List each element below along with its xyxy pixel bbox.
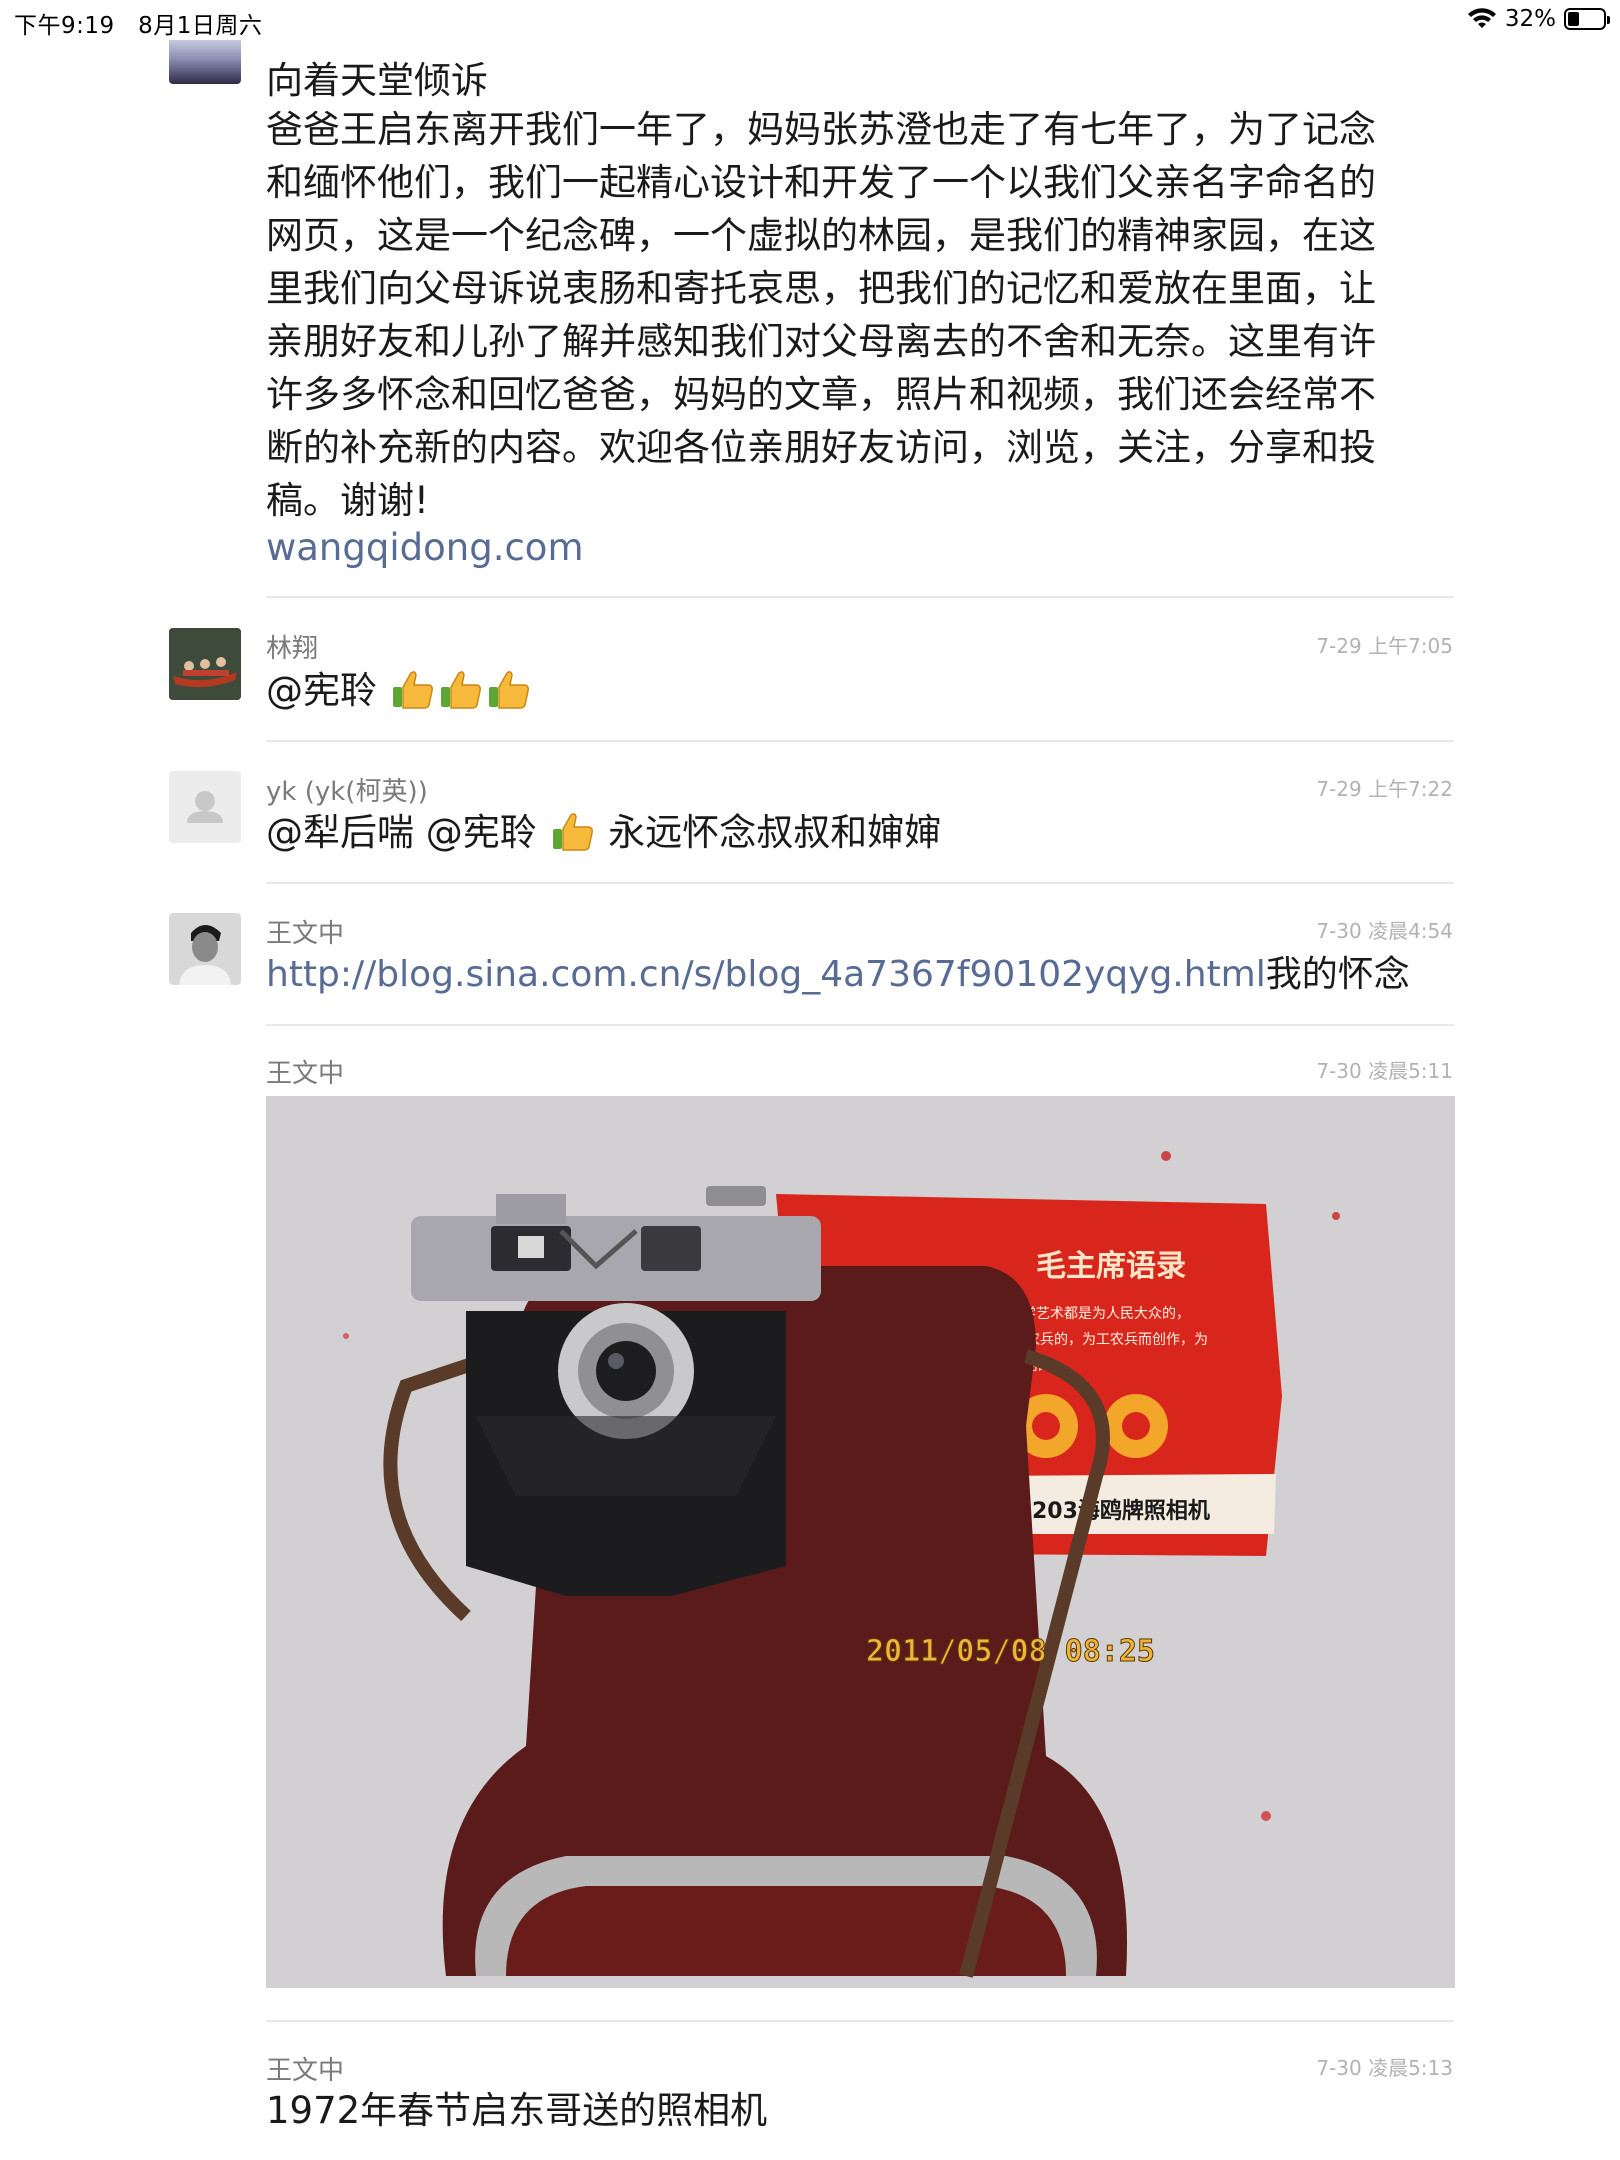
divider — [266, 2020, 1454, 2022]
camera-body — [411, 1186, 821, 1596]
post-link[interactable]: wangqidong.com — [266, 526, 583, 569]
comment-author[interactable]: yk (yk(柯英)) — [266, 771, 428, 808]
divider — [266, 1024, 1454, 1026]
thumbs-up-icon — [552, 813, 593, 851]
card-title: 毛主席语录 — [1036, 1249, 1186, 1284]
camera-photo: 毛主席语录 我们的文学艺术都是为人民大众的， 首先是为工农兵的，为工农兵而创作，… — [266, 1096, 1455, 1988]
post-body-line: 和缅怀他们，我们一起精心设计和开发了一个以我们父亲名字命名的 — [266, 161, 1376, 204]
thumbs-up-icon — [488, 671, 529, 709]
post-body-line: 网页，这是一个纪念碑，一个虚拟的林园，是我们的精神家园，在这 — [266, 214, 1376, 257]
comment-message: 永远怀念叔叔和婶婶 — [608, 811, 942, 854]
photo-date-stamp: 2011/05/08 08:25 — [866, 1634, 1155, 1669]
post-author-avatar[interactable] — [169, 40, 241, 84]
comment-author[interactable]: 王文中 — [266, 1053, 344, 1090]
comment-text: @犁后喘 @宪聆 永远怀念叔叔和婶婶 — [266, 806, 941, 859]
post-body: 爸爸王启东离开我们一年了，妈妈张苏澄也走了有七年了，为了记念 和缅怀他们，我们一… — [266, 103, 1456, 527]
card-footer: 203海鸥牌照相机 — [1032, 1498, 1210, 1524]
post-body-line: 断的补充新的内容。欢迎各位亲朋好友访问，浏览，关注，分享和投 — [266, 426, 1376, 469]
default-avatar-icon — [169, 771, 241, 843]
divider — [266, 882, 1454, 884]
status-time-date: 下午9:19 8月1日周六 — [14, 6, 262, 40]
portrait-photo-icon — [169, 913, 241, 985]
post-body-line: 许多多怀念和回忆爸爸，妈妈的文章，照片和视频，我们还会经常不 — [266, 373, 1376, 416]
comment-text: http://blog.sina.com.cn/s/blog_4a7367f90… — [266, 948, 1410, 1001]
divider — [266, 740, 1454, 742]
comment-mention: @宪聆 — [266, 669, 377, 712]
battery-fill — [1568, 12, 1579, 26]
battery-percent: 32% — [1504, 6, 1556, 32]
wifi-icon — [1467, 8, 1496, 28]
status-bar: 下午9:19 8月1日周六 32% — [0, 0, 1620, 40]
divider — [266, 596, 1454, 598]
comment-text: @宪聆 — [266, 664, 533, 717]
comment-author[interactable]: 王文中 — [266, 2050, 344, 2087]
comment-author[interactable]: 王文中 — [266, 913, 344, 950]
post-body-line: 里我们向父母诉说衷肠和寄托哀思，把我们的记忆和爱放在里面，让 — [266, 267, 1376, 310]
comment-time: 7-30 凌晨4:54 — [1316, 919, 1453, 943]
comment-text: 1972年春节启东哥送的照相机 — [266, 2089, 768, 2132]
post-body-line: 爸爸王启东离开我们一年了，妈妈张苏澄也走了有七年了，为了记念 — [266, 108, 1376, 151]
comment-time: 7-29 上午7:05 — [1316, 634, 1453, 658]
comment-time: 7-30 凌晨5:11 — [1316, 1059, 1453, 1083]
status-indicators: 32% — [1467, 6, 1610, 32]
comment-photo[interactable]: 毛主席语录 我们的文学艺术都是为人民大众的， 首先是为工农兵的，为工农兵而创作，… — [266, 1096, 1455, 1988]
comment-time: 7-30 凌晨5:13 — [1316, 2056, 1453, 2080]
status-time: 下午9:19 — [14, 13, 115, 39]
status-date: 8月1日周六 — [138, 13, 263, 39]
post-body-line: 稿。谢谢! — [266, 479, 429, 522]
comment-avatar[interactable] — [169, 628, 241, 700]
thumbs-up-icon — [440, 671, 481, 709]
comment-link[interactable]: http://blog.sina.com.cn/s/blog_4a7367f90… — [266, 954, 1266, 995]
post-body-line: 亲朋好友和儿孙了解并感知我们对父母离去的不舍和无奈。这里有许 — [266, 320, 1376, 363]
thumbs-up-icon — [392, 671, 433, 709]
comment-message: 我的怀念 — [1265, 954, 1410, 995]
comment-avatar[interactable] — [169, 771, 241, 843]
boat-photo-icon — [169, 628, 241, 700]
comment-mention: @犁后喘 @宪聆 — [266, 811, 537, 854]
post-title: 向着天堂倾诉 — [266, 59, 488, 102]
battery-icon — [1564, 8, 1610, 30]
comment-avatar[interactable] — [169, 913, 241, 985]
comment-time: 7-29 上午7:22 — [1316, 777, 1453, 801]
comment-author[interactable]: 林翔 — [266, 628, 318, 665]
